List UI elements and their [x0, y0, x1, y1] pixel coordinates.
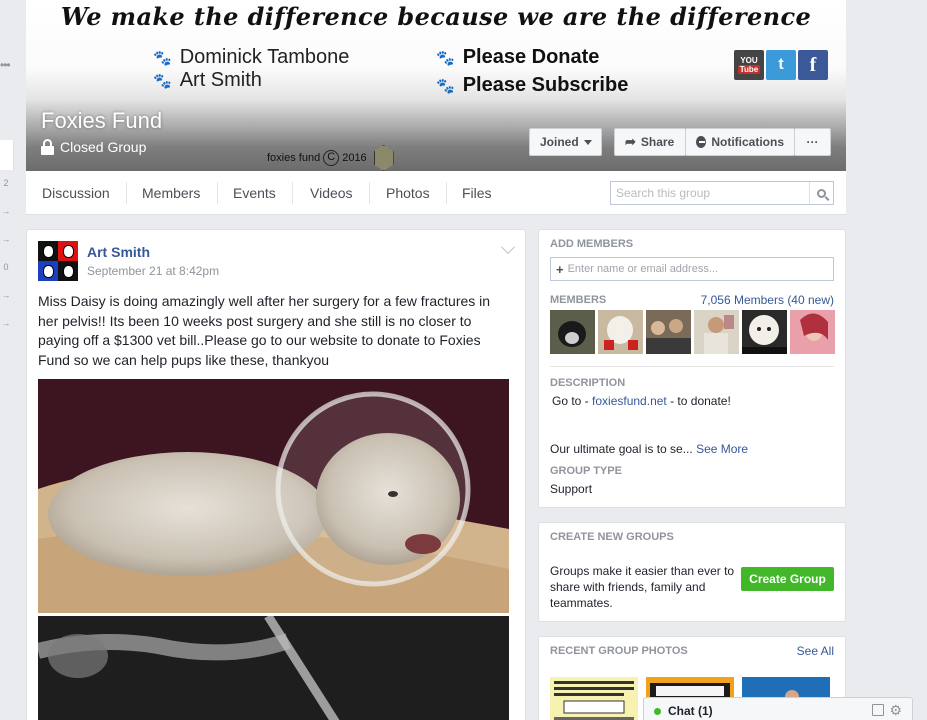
arrow-icon[interactable]: → [0, 234, 12, 244]
group-about-card: ADD MEMBERS + MEMBERS 7,056 Members (40 … [538, 229, 846, 508]
paw-icon: 🐾 [436, 77, 455, 95]
gear-icon[interactable]: ⚙ [889, 702, 902, 719]
privacy-label: Closed Group [60, 139, 147, 155]
add-members-input[interactable] [567, 263, 828, 275]
recent-photo-thumbnail[interactable] [550, 677, 638, 720]
post-timestamp[interactable]: September 21 at 8:42pm [87, 264, 219, 278]
social-icons: YOU Tube t f [732, 50, 828, 80]
tab-events[interactable]: Events [233, 171, 276, 215]
create-group-button[interactable]: Create Group [741, 567, 834, 591]
avatar[interactable] [38, 241, 78, 281]
edit-icon[interactable] [872, 704, 884, 716]
arrow-icon[interactable]: → [0, 318, 12, 328]
group-search-input[interactable] [611, 182, 807, 204]
left-rail: ••• 2 → → 0 → → [0, 0, 14, 720]
more-dots-icon[interactable]: ••• [0, 58, 11, 72]
group-type-heading: GROUP TYPE [550, 465, 622, 477]
search-icon [817, 188, 826, 198]
facebook-icon: f [798, 50, 828, 80]
add-members-heading: ADD MEMBERS [550, 238, 634, 250]
cover-call: Please Donate [462, 46, 600, 68]
lock-icon [41, 139, 54, 155]
right-gutter [850, 0, 927, 720]
tab-files[interactable]: Files [462, 171, 492, 215]
recent-photos-heading: RECENT GROUP PHOTOS [550, 645, 688, 657]
cover-photo[interactable]: We make the difference because we are th… [26, 0, 846, 171]
chat-bar[interactable]: Chat (1) ⚙ [643, 697, 913, 720]
share-arrow-icon: ➦ [625, 134, 636, 149]
member-thumbnail[interactable] [598, 310, 643, 354]
cover-call-line: 🐾 Please Subscribe [436, 74, 628, 97]
cover-name: Art Smith [179, 69, 262, 91]
tab-photos[interactable]: Photos [386, 171, 430, 215]
create-groups-heading: CREATE NEW GROUPS [550, 531, 674, 543]
cover-slogan: We make the difference because we are th… [60, 2, 812, 31]
share-button[interactable]: ➦ Share [614, 128, 686, 156]
description-heading: DESCRIPTION [550, 377, 626, 389]
group-type-value: Support [550, 482, 593, 496]
divider [550, 366, 834, 367]
shield-logo-icon [373, 145, 394, 171]
members-heading: MEMBERS [550, 294, 607, 306]
member-thumbnail[interactable] [550, 310, 595, 354]
post-text: Miss Daisy is doing amazingly well after… [38, 293, 491, 368]
add-members-field: + [550, 257, 834, 281]
create-groups-card: CREATE NEW GROUPS Groups make it easier … [538, 522, 846, 622]
members-count[interactable]: 7,056 Members (40 new) [701, 293, 834, 307]
member-thumbnails [550, 310, 835, 354]
description-line: Go to - foxiesfund.net - to donate! [552, 394, 731, 408]
member-thumbnail[interactable] [646, 310, 691, 354]
group-privacy: Closed Group [41, 139, 146, 155]
see-more-link[interactable]: See More [696, 442, 748, 456]
member-thumbnail[interactable] [694, 310, 739, 354]
twitter-icon: t [766, 50, 796, 80]
group-post: Art Smith September 21 at 8:42pm Miss Da… [26, 229, 526, 720]
joined-button[interactable]: Joined [529, 128, 602, 156]
post-author[interactable]: Art Smith [87, 244, 150, 260]
arrow-icon[interactable]: → [0, 206, 12, 216]
tab-discussion[interactable]: Discussion [42, 171, 110, 215]
cover-call-line: 🐾 Please Donate [436, 46, 599, 69]
group-search [610, 181, 834, 205]
see-all-link[interactable]: See All [797, 644, 834, 658]
group-tab-bar: Discussion Members Events Videos Photos … [26, 171, 846, 215]
more-options-button[interactable]: ··· [794, 128, 831, 156]
notifications-button[interactable]: Notifications [685, 128, 795, 156]
cover-name-line: 🐾 Dominick Tambone [153, 46, 349, 69]
post-photo-dog[interactable] [38, 379, 509, 613]
member-thumbnail[interactable] [790, 310, 835, 354]
tab-videos[interactable]: Videos [310, 171, 353, 215]
cover-copyright: foxies fund C 2016 [267, 145, 394, 171]
foxiesfund-link[interactable]: foxiesfund.net [592, 394, 667, 408]
post-photo-xray[interactable] [38, 616, 509, 720]
minus-circle-icon [696, 136, 707, 148]
search-button[interactable] [809, 182, 833, 204]
arrow-icon[interactable]: → [0, 290, 12, 300]
youtube-icon: YOU Tube [734, 50, 764, 80]
chevron-down-icon[interactable] [500, 239, 516, 255]
paw-icon: 🐾 [436, 49, 455, 67]
description-goal: Our ultimate goal is to se... See More [550, 442, 749, 456]
online-dot-icon [654, 707, 661, 715]
create-groups-text: Groups make it easier than ever to share… [550, 564, 735, 610]
plus-icon: + [556, 261, 564, 277]
chat-label: Chat (1) [668, 704, 713, 718]
left-rail-selected-item[interactable] [0, 140, 14, 170]
left-rail-count: 2 [3, 178, 9, 188]
left-rail-count: 0 [3, 262, 9, 272]
paw-icon: 🐾 [153, 72, 172, 90]
cover-name: Dominick Tambone [179, 46, 350, 68]
cover-name-line: 🐾 Art Smith [153, 69, 262, 92]
paw-icon: 🐾 [153, 49, 172, 67]
cover-call: Please Subscribe [462, 74, 629, 96]
tab-members[interactable]: Members [142, 171, 200, 215]
member-thumbnail[interactable] [742, 310, 787, 354]
group-name[interactable]: Foxies Fund [41, 108, 162, 134]
caret-down-icon [583, 139, 592, 145]
